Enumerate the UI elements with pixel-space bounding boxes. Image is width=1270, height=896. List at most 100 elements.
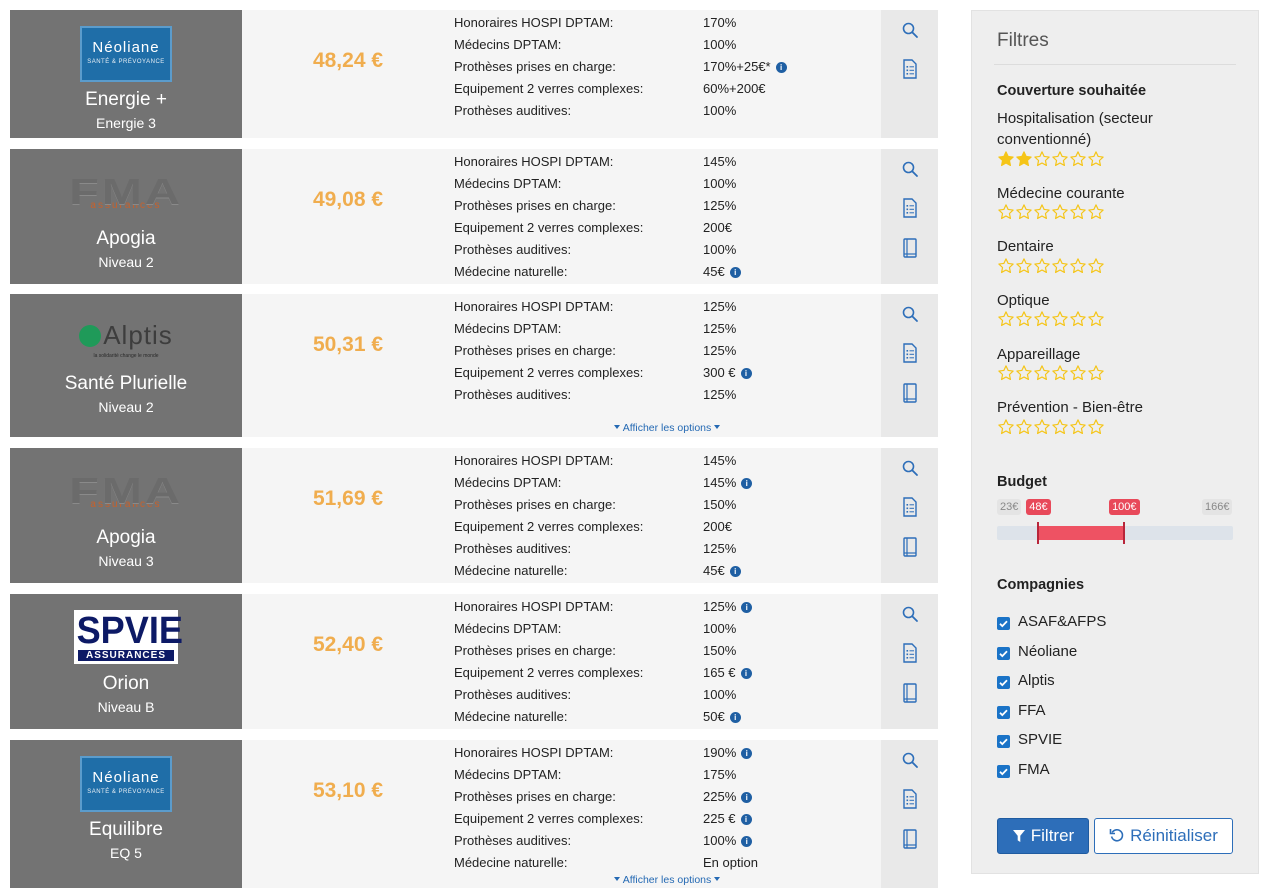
- show-options-link[interactable]: Afficher les options: [454, 874, 880, 886]
- info-icon[interactable]: i: [729, 712, 741, 723]
- checkbox-checked-icon[interactable]: [997, 706, 1010, 719]
- star-empty-icon[interactable]: [1033, 364, 1051, 382]
- feature-row: Médecins DPTAM: 100%: [454, 617, 880, 639]
- checkbox-checked-icon[interactable]: [997, 765, 1010, 778]
- star-empty-icon[interactable]: [1033, 418, 1051, 436]
- search-icon[interactable]: [901, 159, 919, 179]
- star-empty-icon[interactable]: [997, 203, 1015, 221]
- feature-label: Prothèses prises en charge:: [454, 343, 616, 358]
- star-empty-icon[interactable]: [1087, 150, 1105, 168]
- star-empty-icon[interactable]: [1069, 203, 1087, 221]
- star-empty-icon[interactable]: [1087, 203, 1105, 221]
- star-empty-icon[interactable]: [1069, 150, 1087, 168]
- info-icon[interactable]: i: [740, 668, 752, 679]
- checkbox-checked-icon[interactable]: [997, 647, 1010, 660]
- star-empty-icon[interactable]: [997, 257, 1015, 275]
- info-icon[interactable]: i: [740, 368, 752, 379]
- star-filled-icon[interactable]: [997, 150, 1015, 168]
- star-empty-icon[interactable]: [1033, 310, 1051, 328]
- neoliane-logo: Néoliane SANTÉ & PRÉVOYANCE: [80, 756, 172, 812]
- star-empty-icon[interactable]: [1051, 150, 1069, 168]
- star-empty-icon[interactable]: [1051, 203, 1069, 221]
- star-empty-icon[interactable]: [1051, 257, 1069, 275]
- book-icon[interactable]: [901, 383, 919, 403]
- feature-label: Equipement 2 verres complexes:: [454, 519, 644, 534]
- star-empty-icon[interactable]: [1069, 418, 1087, 436]
- document-list-icon[interactable]: [901, 343, 919, 363]
- star-empty-icon[interactable]: [997, 364, 1015, 382]
- filter-button[interactable]: Filtrer: [997, 818, 1089, 854]
- document-list-icon[interactable]: [901, 59, 919, 79]
- search-icon[interactable]: [901, 458, 919, 478]
- star-empty-icon[interactable]: [1087, 310, 1105, 328]
- info-icon[interactable]: i: [741, 748, 753, 759]
- search-icon[interactable]: [901, 20, 919, 40]
- fma-logo: FMA assurances: [69, 171, 183, 212]
- star-empty-icon[interactable]: [1033, 257, 1051, 275]
- star-empty-icon[interactable]: [1069, 310, 1087, 328]
- star-empty-icon[interactable]: [1015, 418, 1033, 436]
- info-icon[interactable]: i: [729, 267, 741, 278]
- document-list-icon[interactable]: [901, 497, 919, 517]
- product-level: EQ 5: [110, 845, 142, 861]
- search-icon[interactable]: [901, 304, 919, 324]
- star-empty-icon[interactable]: [1051, 364, 1069, 382]
- star-empty-icon[interactable]: [997, 310, 1015, 328]
- info-icon[interactable]: i: [775, 62, 787, 73]
- offer-price: 53,10 €: [312, 779, 384, 802]
- star-empty-icon[interactable]: [1015, 310, 1033, 328]
- offer-actions: [881, 594, 938, 729]
- caret-down-icon: [714, 425, 721, 429]
- book-icon[interactable]: [901, 537, 919, 557]
- info-icon[interactable]: i: [741, 836, 753, 847]
- offer-price: 50,31 €: [312, 333, 384, 356]
- checkbox-checked-icon[interactable]: [997, 676, 1010, 689]
- info-icon[interactable]: i: [729, 566, 741, 577]
- star-empty-icon[interactable]: [1051, 418, 1069, 436]
- feature-label: Médecins DPTAM:: [454, 37, 562, 52]
- star-empty-icon[interactable]: [1069, 257, 1087, 275]
- budget-high-handle[interactable]: [1123, 522, 1126, 544]
- book-icon[interactable]: [901, 238, 919, 258]
- star-empty-icon[interactable]: [1015, 257, 1033, 275]
- feature-value: 225 € i: [703, 811, 752, 826]
- star-empty-icon[interactable]: [1033, 150, 1051, 168]
- star-empty-icon[interactable]: [997, 418, 1015, 436]
- star-empty-icon[interactable]: [1015, 364, 1033, 382]
- feature-row: Médecine naturelle: 50€ i: [454, 705, 880, 727]
- feature-value: 300 € i: [703, 365, 752, 380]
- budget-low-handle[interactable]: [1037, 522, 1040, 544]
- feature-row: Honoraires HOSPI DPTAM: 190% i: [454, 741, 880, 763]
- reset-button[interactable]: Réinitialiser: [1094, 818, 1233, 854]
- book-icon[interactable]: [901, 683, 919, 703]
- star-empty-icon[interactable]: [1087, 257, 1105, 275]
- feature-row: Prothèses prises en charge: 150%: [454, 493, 880, 515]
- checkbox-checked-icon[interactable]: [997, 735, 1010, 748]
- document-list-icon[interactable]: [901, 789, 919, 809]
- document-list-icon[interactable]: [901, 198, 919, 218]
- feature-row: Equipement 2 verres complexes: 165 € i: [454, 661, 880, 683]
- feature-label: Prothèses prises en charge:: [454, 643, 616, 658]
- star-filled-icon[interactable]: [1015, 150, 1033, 168]
- checkbox-checked-icon[interactable]: [997, 617, 1010, 630]
- feature-label: Médecins DPTAM:: [454, 321, 562, 336]
- star-empty-icon[interactable]: [1087, 364, 1105, 382]
- document-list-icon[interactable]: [901, 643, 919, 663]
- criterion-label: Dentaire: [997, 238, 1054, 255]
- info-icon[interactable]: i: [741, 792, 753, 803]
- search-icon[interactable]: [901, 604, 919, 624]
- star-empty-icon[interactable]: [1015, 203, 1033, 221]
- star-empty-icon[interactable]: [1051, 310, 1069, 328]
- star-empty-icon[interactable]: [1033, 203, 1051, 221]
- feature-label: Médecins DPTAM:: [454, 475, 562, 490]
- book-icon[interactable]: [901, 829, 919, 849]
- info-icon[interactable]: i: [741, 602, 753, 613]
- star-empty-icon[interactable]: [1069, 364, 1087, 382]
- info-icon[interactable]: i: [741, 478, 753, 489]
- show-options-link[interactable]: Afficher les options: [454, 422, 880, 434]
- feature-value: 100%: [703, 687, 737, 702]
- star-empty-icon[interactable]: [1087, 418, 1105, 436]
- feature-label: Honoraires HOSPI DPTAM:: [454, 299, 614, 314]
- search-icon[interactable]: [901, 750, 919, 770]
- info-icon[interactable]: i: [740, 814, 752, 825]
